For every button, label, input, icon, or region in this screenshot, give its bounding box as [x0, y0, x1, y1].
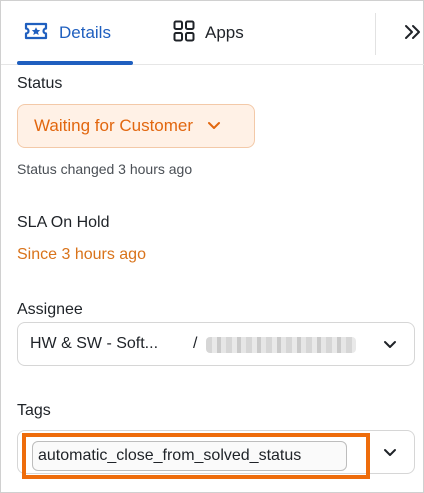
assignee-group: HW & SW - Soft...	[30, 335, 159, 352]
sla-label: SLA On Hold	[17, 214, 110, 231]
tab-divider	[375, 13, 376, 55]
panel-tabs: Details Apps	[1, 1, 424, 65]
assignee-label: Assignee	[17, 301, 83, 318]
chevron-down-icon	[382, 337, 398, 353]
assignee-separator: /	[193, 335, 198, 352]
sla-since-text: Since 3 hours ago	[17, 246, 146, 263]
tab-apps-label: Apps	[205, 23, 244, 42]
ticket-star-icon	[23, 20, 49, 47]
chevron-down-icon	[207, 121, 221, 131]
grid-icon	[173, 20, 195, 47]
tab-details[interactable]: Details	[23, 1, 111, 65]
redacted-assignee-name	[206, 337, 356, 353]
tab-apps[interactable]: Apps	[173, 1, 244, 65]
assignee-dropdown[interactable]: HW & SW - Soft... /	[17, 322, 415, 366]
status-changed-note: Status changed 3 hours ago	[17, 161, 193, 177]
status-value: Waiting for Customer	[34, 116, 194, 135]
chevron-down-icon	[382, 445, 398, 461]
status-dropdown[interactable]: Waiting for Customer	[17, 104, 255, 148]
collapse-panel-button[interactable]	[401, 19, 424, 49]
double-chevron-right-icon	[404, 24, 422, 45]
active-tab-indicator	[17, 61, 133, 65]
tag-chip[interactable]: automatic_close_from_solved_status	[32, 441, 347, 471]
status-label: Status	[17, 75, 63, 92]
tags-label: Tags	[17, 402, 51, 419]
tab-details-label: Details	[59, 23, 111, 42]
details-panel: Details Apps Status Waiting for Customer…	[0, 0, 424, 493]
